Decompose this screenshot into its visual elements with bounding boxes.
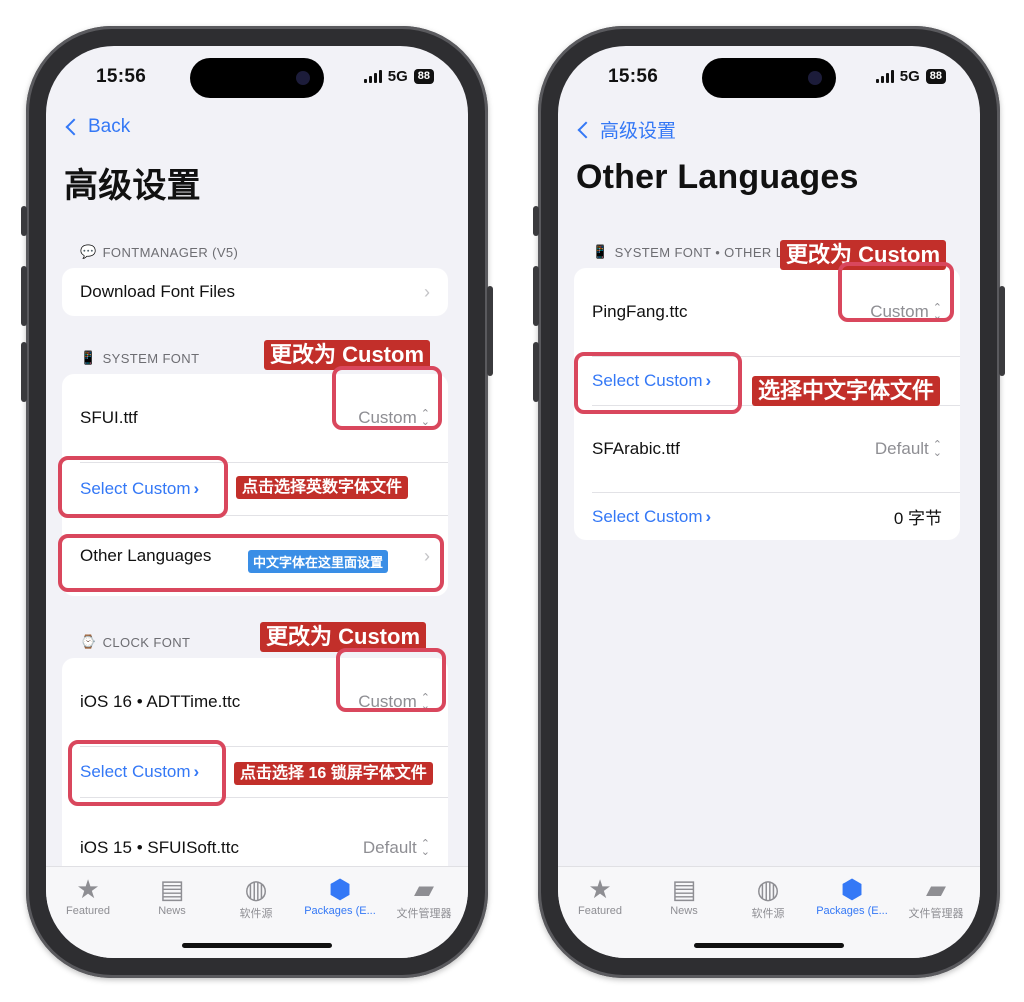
watch-icon: ⌚ [80,634,97,649]
battery-icon: 88 [413,69,434,84]
battery-icon: 88 [925,69,946,84]
phone-icon: 📱 [80,350,97,365]
group-fontmanager: Download Font Files › [62,268,448,316]
highlight-select-custom-system [58,456,228,518]
annotation-chinese-here: 中文字体在这里面设置 [248,550,389,573]
newspaper-icon: ▤ [159,874,185,904]
select-custom-sfarabic-row[interactable]: Select Custom › 0 字节 [574,493,960,540]
signal-icon [363,70,382,83]
package-icon: ⬢ [840,874,864,904]
volume-down-button [533,342,539,402]
highlight-pingfang-value [838,262,954,322]
globe-icon: ◍ [244,874,268,904]
volume-up-button [533,266,539,326]
sfarabic-font-row[interactable]: SFArabic.ttf Default ⌃ ⌄ [574,406,960,492]
package-icon: ⬢ [328,874,352,904]
camera-icon [296,71,310,85]
speech-bubble-icon: 💬 [80,244,97,259]
back-label: Back [88,116,131,137]
tab-news[interactable]: ▤ News [130,873,214,917]
sfui-font-label: SFUI.ttf [80,408,138,427]
screen-left: 15:56 5G 88 Back 高级设置 💬 FONTMANAGER (V5)… [46,46,468,958]
ios16-clock-font-label: iOS 16 • ADTTime.ttc [80,692,241,711]
annotation-select-lock-font: 点击选择 16 锁屏字体文件 [234,762,433,786]
ios15-clock-font-label: iOS 15 • SFUISoft.ttc [80,838,240,857]
star-icon: ★ [588,874,612,904]
tab-featured[interactable]: ★ Featured [558,873,642,917]
signal-icon [875,70,894,83]
status-time: 15:56 [608,66,659,87]
chevron-right-icon: › [424,281,430,302]
newspaper-icon: ▤ [671,874,697,904]
home-indicator [182,943,332,948]
camera-icon [808,71,822,85]
tab-news[interactable]: ▤ News [642,873,726,917]
power-button [999,286,1005,376]
globe-icon: ◍ [756,874,780,904]
tab-sources[interactable]: ◍ 软件源 [214,873,298,921]
screen-right: 15:56 5G 88 高级设置 Other Languages 📱 SYSTE… [558,46,980,958]
back-button[interactable]: 高级设置 [576,116,676,143]
phone-frame-right: 15:56 5G 88 高级设置 Other Languages 📱 SYSTE… [533,26,1005,978]
back-label: 高级设置 [600,121,677,142]
phone-icon: 📱 [592,244,609,259]
star-icon: ★ [76,874,100,904]
volume-up-button [21,266,27,326]
ios15-clock-font-value[interactable]: Default ⌃ ⌄ [363,838,430,858]
page-title: 高级设置 [64,167,201,205]
file-size-value: 0 字节 [893,509,942,528]
annotation-select-alnum-font: 点击选择英数字体文件 [236,476,409,500]
chevron-right-icon: › [705,506,712,526]
chevron-up-down-icon: ⌃ ⌄ [420,838,430,858]
folder-plus-icon: ▰ [926,874,946,904]
select-custom-label: Select Custom [592,506,703,526]
highlight-select-custom-clock [68,740,226,806]
mute-switch [533,206,539,236]
sfarabic-font-value[interactable]: Default ⌃ ⌄ [875,439,942,459]
dynamic-island [702,58,836,98]
status-indicators: 5G 88 [875,68,946,85]
tab-sources[interactable]: ◍ 软件源 [726,873,810,921]
power-button [487,286,493,376]
highlight-select-custom-pingfang [574,352,742,414]
chevron-left-icon [577,121,595,138]
tab-packages[interactable]: ⬢ Packages (E... [298,873,382,917]
phone-frame-left: 15:56 5G 88 Back 高级设置 💬 FONTMANAGER (V5)… [21,26,493,978]
annotation-select-chinese-font: 选择中文字体文件 [752,376,941,407]
tab-featured[interactable]: ★ Featured [46,873,130,917]
back-button[interactable]: Back [64,116,130,138]
home-indicator [694,943,844,948]
status-time: 15:56 [96,66,147,87]
pingfang-font-label: PingFang.ttc [592,302,688,321]
sfarabic-font-label: SFArabic.ttf [592,439,680,458]
download-font-files-row[interactable]: Download Font Files › [62,268,448,316]
network-label: 5G [899,68,920,85]
volume-down-button [21,342,27,402]
network-label: 5G [387,68,408,85]
section-header-system-font-other: 📱 SYSTEM FONT • OTHER LA [592,244,793,260]
download-font-files-label: Download Font Files [80,282,235,301]
status-indicators: 5G 88 [363,68,434,85]
highlight-ios16-value [336,648,446,712]
section-header-system-font: 📱 SYSTEM FONT [80,350,200,366]
section-header-clock-font: ⌚ CLOCK FONT [80,634,191,650]
highlight-sfui-value [332,366,442,430]
tab-file-manager[interactable]: ▰ 文件管理器 [894,873,978,921]
section-header-fontmanager: 💬 FONTMANAGER (V5) [80,244,239,260]
tab-file-manager[interactable]: ▰ 文件管理器 [382,873,466,921]
tab-packages[interactable]: ⬢ Packages (E... [810,873,894,917]
chevron-up-down-icon: ⌃ ⌄ [932,439,942,459]
chevron-left-icon [65,118,83,136]
dynamic-island [190,58,324,98]
page-title: Other Languages [576,158,859,196]
mute-switch [21,206,27,236]
folder-plus-icon: ▰ [414,874,434,904]
